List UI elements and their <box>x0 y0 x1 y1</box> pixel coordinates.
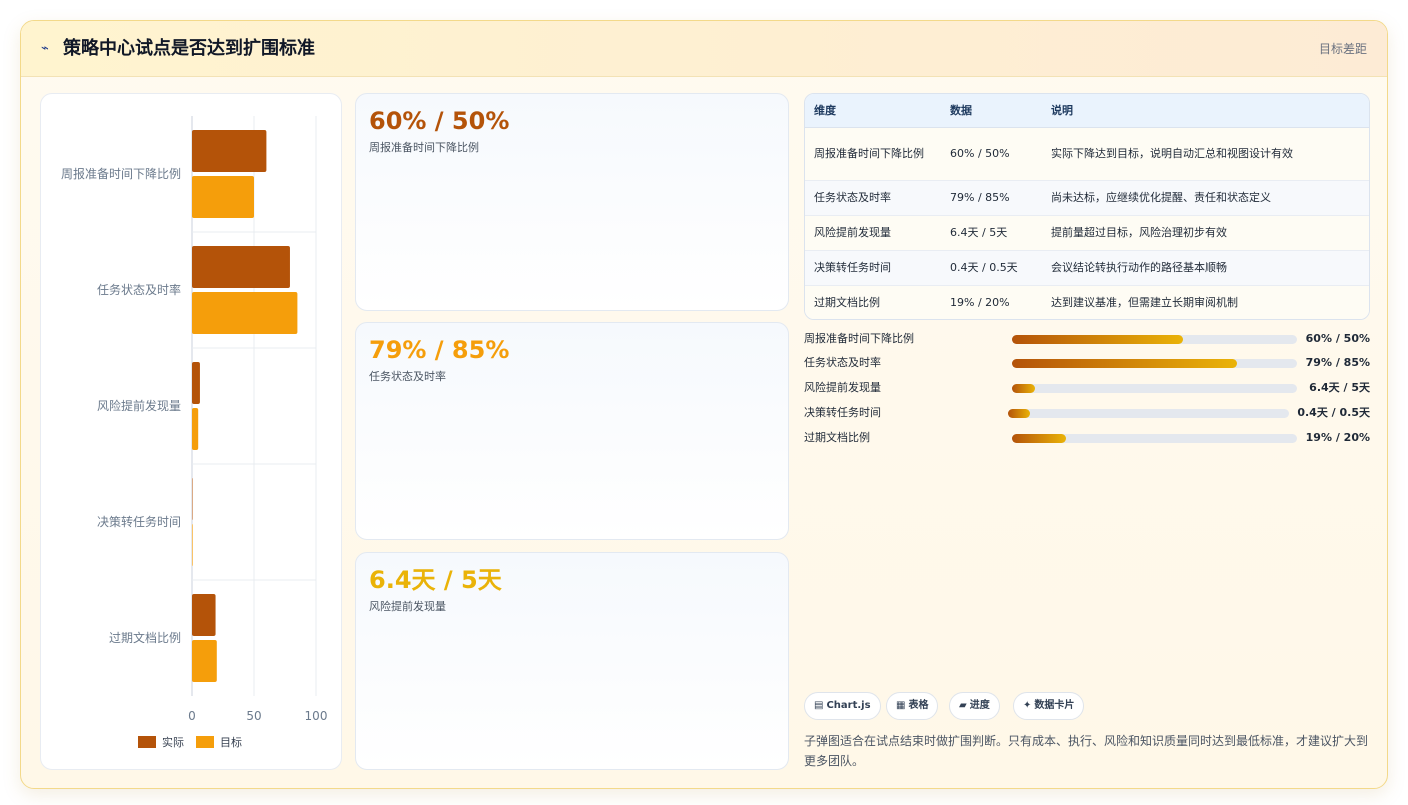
legend-swatch <box>138 736 156 748</box>
kpi-value: 60% / 50% <box>369 107 510 135</box>
progress-fill <box>1012 335 1183 344</box>
chip-chartjs[interactable]: ▤ Chart.js <box>804 692 881 720</box>
progress-track <box>1012 359 1297 368</box>
progress-label: 周报准备时间下降比例 <box>804 332 914 345</box>
progress-row: 任务状态及时率 79% / 85% <box>804 354 1370 372</box>
progress-value: 60% / 50% <box>1305 332 1370 345</box>
table-cell: 达到建议基准，但需建立长期审阅机制 <box>1042 285 1369 319</box>
progress-row: 决策转任务时间 0.4天 / 0.5天 <box>804 404 1370 422</box>
progress-row: 风险提前发现量 6.4天 / 5天 <box>804 379 1370 397</box>
table-cell: 0.4天 / 0.5天 <box>941 250 1042 286</box>
table-header-data: 数据 <box>941 94 1042 128</box>
table-row: 风险提前发现量 6.4天 / 5天 提前量超过目标，风险治理初步有效 <box>805 215 1369 251</box>
progress-label: 风险提前发现量 <box>804 381 881 394</box>
chip-data-cards[interactable]: ✦ 数据卡片 <box>1013 692 1085 720</box>
chip-label: 表格 <box>908 700 929 711</box>
table-cell: 19% / 20% <box>941 285 1042 319</box>
progress-fill <box>1012 434 1067 443</box>
table-row: 任务状态及时率 79% / 85% 尚未达标，应继续优化提醒、责任和状态定义 <box>805 180 1369 216</box>
chart-bar <box>192 640 217 682</box>
table-cell: 提前量超过目标，风险治理初步有效 <box>1042 215 1369 251</box>
table-icon: ▦ <box>896 700 906 711</box>
category-label: 任务状态及时率 <box>97 282 181 297</box>
progress-value: 6.4天 / 5天 <box>1309 381 1370 394</box>
legend-swatch <box>196 736 214 748</box>
card-header: ⌁ 策略中心试点是否达到扩围标准 目标差距 <box>21 21 1387 77</box>
table-cell: 过期文档比例 <box>805 285 941 319</box>
table-cell: 尚未达标，应继续优化提醒、责任和状态定义 <box>1042 180 1369 216</box>
kpi-card: 6.4天 / 5天 风险提前发现量 <box>355 552 789 770</box>
table-cell: 决策转任务时间 <box>805 250 941 286</box>
legend-label: 目标 <box>220 735 242 749</box>
table-cell: 任务状态及时率 <box>805 180 941 216</box>
category-label: 风险提前发现量 <box>97 398 181 413</box>
tick-label: 50 <box>246 709 261 723</box>
table-row: 周报准备时间下降比例 60% / 50% 实际下降达到目标，说明自动汇总和视图设… <box>805 127 1369 181</box>
table-row: 决策转任务时间 0.4天 / 0.5天 会议结论转执行动作的路径基本顺畅 <box>805 250 1369 286</box>
chip-table[interactable]: ▦ 表格 <box>886 692 939 720</box>
kpi-value: 6.4天 / 5天 <box>369 566 502 594</box>
progress-row: 过期文档比例 19% / 20% <box>804 429 1370 447</box>
category-label: 决策转任务时间 <box>97 514 181 529</box>
bullet-chart: 周报准备时间下降比例任务状态及时率风险提前发现量决策转任务时间过期文档比例 0 50… <box>61 116 328 749</box>
progress-fill <box>1012 359 1238 368</box>
category-label: 周报准备时间下降比例 <box>61 166 181 181</box>
footnote: 子弹图适合在试点结束时做扩围判断。只有成本、执行、风险和知识质量同时达到最低标准… <box>804 734 1369 768</box>
chart-bar <box>192 292 298 334</box>
kpi-card: 60% / 50% 周报准备时间下降比例 <box>355 93 789 311</box>
kpi-value: 79% / 85% <box>369 336 510 364</box>
header-badge[interactable]: 目标差距 <box>1319 40 1367 58</box>
chart-bar <box>192 176 254 218</box>
chart-bar <box>192 246 290 288</box>
category-label: 过期文档比例 <box>109 630 181 645</box>
table-row: 过期文档比例 19% / 20% 达到建议基准，但需建立长期审阅机制 <box>805 285 1369 319</box>
kpi-label: 风险提前发现量 <box>369 600 446 613</box>
tick-label: 0 <box>188 709 196 723</box>
chart-line-icon: ⌁ <box>41 41 49 56</box>
bullet-chart-panel: 周报准备时间下降比例任务状态及时率 风险提前发现量 决策转任务时间过期文档比例 0 50… <box>40 93 342 770</box>
progress-track <box>1008 409 1289 418</box>
progress-icon: ▰ <box>959 700 967 711</box>
table-cell: 79% / 85% <box>941 180 1042 216</box>
progress-track <box>1012 434 1297 443</box>
table-cell: 会议结论转执行动作的路径基本顺畅 <box>1042 250 1369 286</box>
kpi-card: 79% / 85% 任务状态及时率 <box>355 322 789 540</box>
table-cell: 实际下降达到目标，说明自动汇总和视图设计有效 <box>1042 127 1369 181</box>
progress-label: 过期文档比例 <box>804 431 870 444</box>
table-cell: 风险提前发现量 <box>805 215 941 251</box>
chart-icon: ▤ <box>814 700 824 711</box>
chip-label: 数据卡片 <box>1034 700 1075 711</box>
page-title: 策略中心试点是否达到扩围标准 <box>63 38 315 59</box>
progress-row: 周报准备时间下降比例 60% / 50% <box>804 330 1370 348</box>
chart-bar <box>192 594 216 636</box>
chart-bar <box>192 524 193 566</box>
progress-label: 决策转任务时间 <box>804 406 881 419</box>
table-cell: 周报准备时间下降比例 <box>805 127 941 181</box>
chart-bar <box>192 408 199 450</box>
progress-value: 19% / 20% <box>1305 431 1370 444</box>
table-cell: 6.4天 / 5天 <box>941 215 1042 251</box>
tick-label: 100 <box>305 709 328 723</box>
progress-fill <box>1008 409 1031 418</box>
chip-label: Chart.js <box>826 700 871 711</box>
progress-label: 任务状态及时率 <box>804 356 881 369</box>
progress-track <box>1012 335 1297 344</box>
progress-fill <box>1012 384 1035 393</box>
chip-label: 进度 <box>969 700 990 711</box>
sparkle-icon: ✦ <box>1023 700 1032 711</box>
table-header-dimension: 维度 <box>805 94 941 128</box>
table-header-description: 说明 <box>1042 94 1369 128</box>
progress-track <box>1012 384 1297 393</box>
progress-value: 0.4天 / 0.5天 <box>1297 406 1370 419</box>
kpi-label: 任务状态及时率 <box>369 370 446 383</box>
chip-progress[interactable]: ▰ 进度 <box>949 692 1000 720</box>
chart-bar <box>192 130 267 172</box>
progress-value: 79% / 85% <box>1305 356 1370 369</box>
kpi-label: 周报准备时间下降比例 <box>369 141 479 154</box>
dashboard-card: ⌁ 策略中心试点是否达到扩围标准 目标差距 周报准备时间下降比例 任务状态及时率风… <box>20 20 1388 789</box>
table-cell: 60% / 50% <box>941 127 1042 181</box>
legend-label: 实际 <box>162 735 184 749</box>
chart-bar <box>192 362 200 404</box>
data-table: 维度 数据 说明 周报准备时间下降比例 60% / 50% 实际下降达到目标，说… <box>804 93 1370 320</box>
